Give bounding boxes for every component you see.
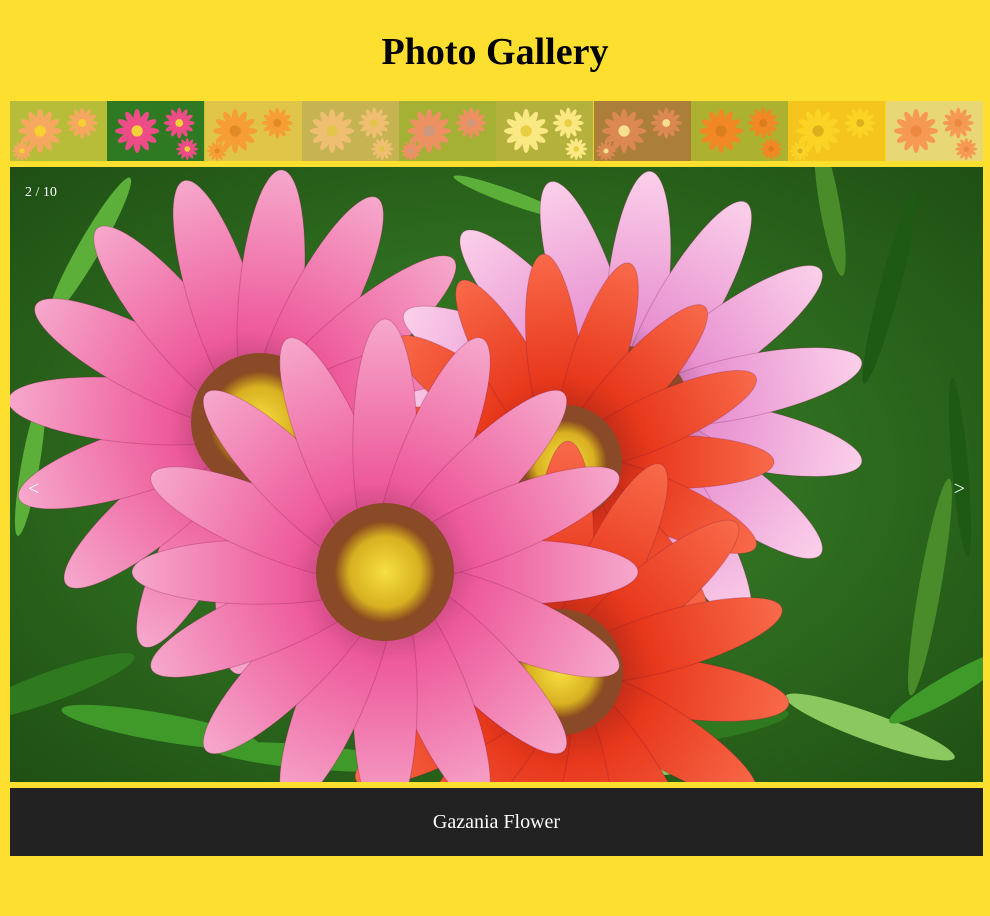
rose-flower-thumbnail-icon (691, 101, 789, 161)
thumbnail-strip (10, 101, 983, 161)
thumbnail-10[interactable] (885, 101, 983, 161)
tulip-flower-thumbnail-icon (885, 101, 983, 161)
gazania-flower-thumbnail-icon (107, 101, 205, 161)
striped-flowers-thumbnail-icon (593, 101, 692, 161)
thumbnail-8[interactable] (691, 101, 789, 161)
thumbnail-4[interactable] (301, 101, 400, 161)
thumbnail-7[interactable] (593, 101, 692, 161)
thumbnail-5[interactable] (399, 101, 497, 161)
slide-counter: 2 / 10 (25, 185, 57, 200)
gazania-photo (10, 167, 983, 782)
thumbnail-1[interactable] (10, 101, 108, 161)
thumbnail-3[interactable] (204, 101, 302, 161)
yellow-flower-thumbnail-icon (788, 101, 886, 161)
image-caption: Gazania Flower (10, 788, 983, 856)
previous-button[interactable]: < (20, 473, 47, 505)
pink-flowers-thumbnail-icon (399, 101, 497, 161)
orange-flower-thumbnail-icon (204, 101, 302, 161)
next-button[interactable]: > (946, 473, 973, 505)
thumbnail-9[interactable] (788, 101, 886, 161)
lotus-flower-thumbnail-icon (301, 101, 400, 161)
page-title: Photo Gallery (381, 31, 609, 73)
pink-flower-thumbnail-icon (10, 101, 108, 161)
caption-text: Gazania Flower (432, 810, 561, 833)
thumbnail-6[interactable] (496, 101, 594, 161)
thumbnail-2[interactable] (107, 101, 205, 161)
white-flowers-thumbnail-icon (496, 101, 594, 161)
slide-image: 2 / 10 < > (10, 167, 983, 782)
